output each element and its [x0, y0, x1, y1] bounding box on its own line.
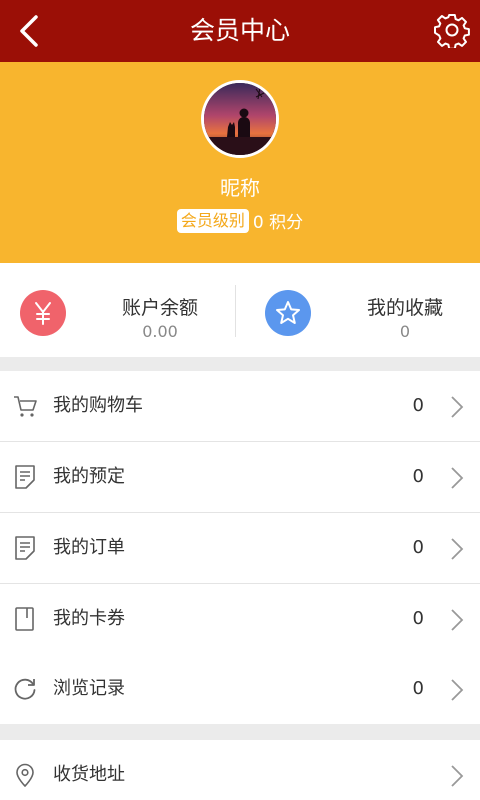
menu-item-count: 0 — [412, 608, 424, 629]
avatar[interactable] — [201, 80, 279, 158]
menu-item-label: 浏览记录 — [53, 678, 125, 699]
balance-label: 账户余额 — [121, 297, 198, 319]
member-level-badge: 会员级别 — [176, 208, 249, 233]
chevron-right-icon — [451, 396, 464, 418]
section-gap — [0, 724, 480, 740]
favorites-value: 0 — [399, 322, 411, 341]
menu-item-orders[interactable]: 我的订单 0 — [0, 513, 480, 583]
cart-icon — [14, 396, 37, 417]
section-gap — [0, 357, 480, 371]
profile-banner: 昵称 会员级别 0 积分 — [0, 62, 480, 263]
balance-value: 0.00 — [142, 322, 178, 341]
menu-item-cart[interactable]: 我的购物车 0 — [0, 371, 480, 441]
chevron-right-icon — [451, 467, 464, 489]
coupon-icon — [15, 607, 34, 631]
menu-item-count: 0 — [412, 395, 424, 416]
menu-item-label: 收货地址 — [53, 764, 125, 785]
balance-card[interactable]: 账户余额 0.00 — [0, 263, 240, 357]
gear-icon[interactable] — [434, 12, 470, 48]
history-icon — [14, 678, 36, 700]
avatar-image — [204, 83, 276, 155]
menu-item-history[interactable]: 浏览记录 0 — [0, 654, 480, 724]
menu-item-count: 0 — [412, 678, 424, 699]
yen-icon — [20, 290, 66, 336]
menu-item-label: 我的预定 — [53, 466, 125, 487]
stats-divider — [235, 285, 236, 337]
menu-item-reservation[interactable]: 我的预定 0 — [0, 442, 480, 512]
menu-item-label: 我的卡券 — [53, 608, 125, 629]
favorites-card[interactable]: 我的收藏 0 — [245, 263, 480, 357]
page-title: 会员中心 — [189, 16, 290, 45]
nickname: 昵称 — [220, 176, 260, 200]
chevron-right-icon — [451, 538, 464, 560]
favorites-label: 我的收藏 — [366, 297, 443, 319]
account-stats: 账户余额 0.00 我的收藏 0 — [0, 263, 480, 357]
app-header: 会员中心 — [0, 0, 480, 62]
reservation-icon — [15, 465, 35, 489]
menu-item-label: 我的订单 — [53, 537, 125, 558]
location-icon — [16, 763, 34, 787]
chevron-right-icon — [451, 609, 464, 631]
menu-item-label: 我的购物车 — [53, 395, 143, 416]
points-text: 0 积分 — [252, 213, 304, 233]
order-icon — [15, 536, 35, 560]
chevron-right-icon — [451, 679, 464, 701]
chevron-right-icon — [451, 765, 464, 787]
menu-item-coupons[interactable]: 我的卡券 0 — [0, 584, 480, 654]
member-info: 会员级别 0 积分 — [0, 208, 480, 233]
star-icon — [265, 290, 311, 336]
menu-item-address[interactable]: 收货地址 — [0, 740, 480, 800]
menu-item-count: 0 — [412, 466, 424, 487]
menu-item-count: 0 — [412, 537, 424, 558]
